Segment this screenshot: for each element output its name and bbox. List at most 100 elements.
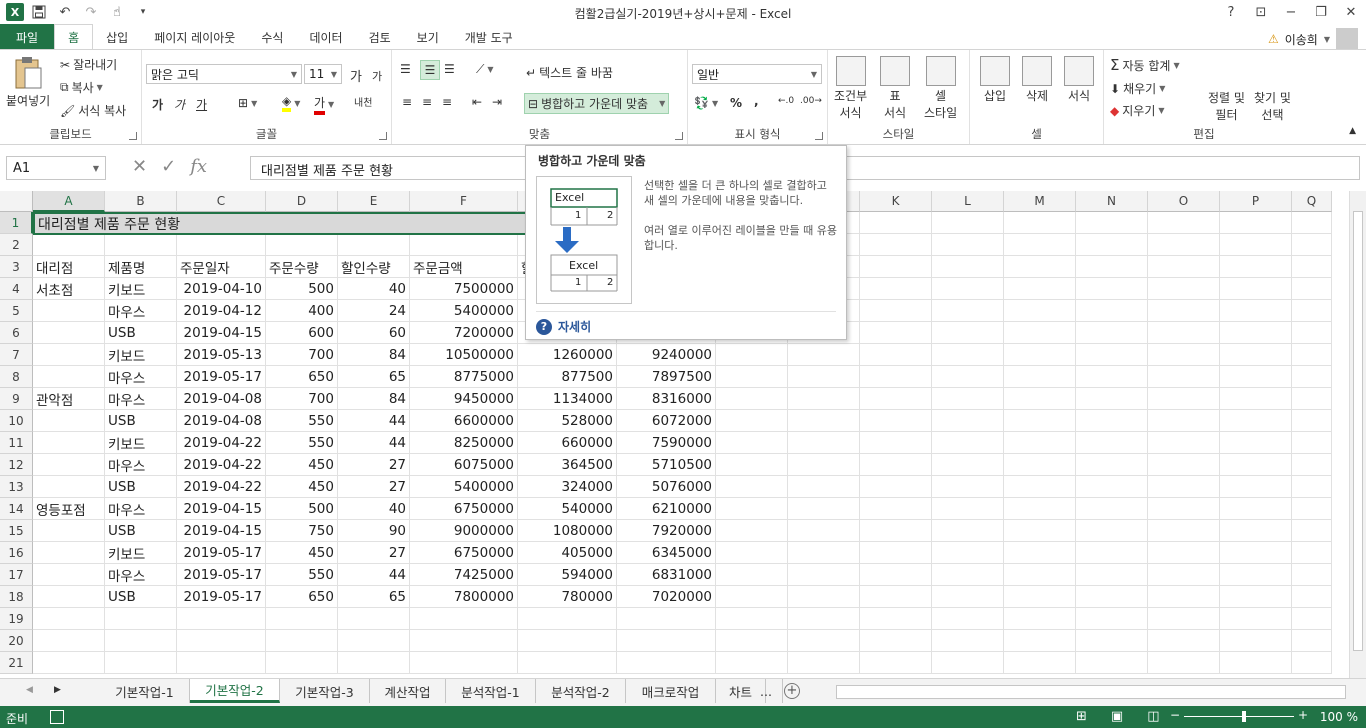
cell[interactable]: 2019-04-08 (177, 410, 266, 432)
cell[interactable]: 마우스 (105, 454, 177, 476)
cell[interactable] (1004, 476, 1076, 498)
cell[interactable] (860, 454, 932, 476)
cell[interactable] (1148, 454, 1220, 476)
cell[interactable]: 8316000 (617, 388, 716, 410)
cell[interactable] (33, 542, 105, 564)
cell[interactable] (1292, 366, 1332, 388)
row-header-17[interactable]: 17 (0, 564, 33, 586)
cell[interactable] (1148, 388, 1220, 410)
cell[interactable] (1004, 300, 1076, 322)
cell[interactable] (788, 454, 860, 476)
cell[interactable] (860, 410, 932, 432)
cell[interactable] (1292, 410, 1332, 432)
cell[interactable]: 2019-04-10 (177, 278, 266, 300)
cell[interactable] (932, 300, 1004, 322)
cell[interactable]: 키보드 (105, 278, 177, 300)
cell[interactable] (932, 498, 1004, 520)
row-header-14[interactable]: 14 (0, 498, 33, 520)
cell[interactable] (1220, 564, 1292, 586)
align-bottom-icon[interactable]: ☰ (444, 62, 455, 76)
column-header-D[interactable]: D (266, 191, 338, 212)
cell[interactable]: 주문금액 (410, 256, 518, 278)
cell[interactable] (860, 542, 932, 564)
cell[interactable]: USB (105, 520, 177, 542)
cell[interactable] (1004, 322, 1076, 344)
help-icon[interactable]: ? (1216, 0, 1246, 24)
cell[interactable] (33, 234, 105, 256)
cell[interactable] (1292, 278, 1332, 300)
cell[interactable] (860, 432, 932, 454)
cell[interactable] (518, 608, 617, 630)
cell[interactable] (1004, 234, 1076, 256)
row-header-8[interactable]: 8 (0, 366, 33, 388)
cell[interactable] (33, 608, 105, 630)
ribbon-display-icon[interactable]: ⊡ (1246, 0, 1276, 24)
row-header-21[interactable]: 21 (0, 652, 33, 674)
cell[interactable] (105, 608, 177, 630)
cell[interactable] (716, 542, 788, 564)
dialog-launcher-icon[interactable] (129, 132, 137, 140)
cell[interactable] (1004, 212, 1076, 234)
column-header-Q[interactable]: Q (1292, 191, 1332, 212)
cell[interactable]: 8775000 (410, 366, 518, 388)
cell[interactable]: 650 (266, 586, 338, 608)
cell[interactable] (1076, 256, 1148, 278)
cell[interactable] (1292, 564, 1332, 586)
row-header-9[interactable]: 9 (0, 388, 33, 410)
cell[interactable] (860, 564, 932, 586)
cell[interactable]: 7590000 (617, 432, 716, 454)
cell[interactable]: 2019-04-15 (177, 520, 266, 542)
cell[interactable] (1148, 586, 1220, 608)
cell[interactable] (788, 520, 860, 542)
cell[interactable]: 700 (266, 344, 338, 366)
cell[interactable]: 7020000 (617, 586, 716, 608)
cell[interactable]: 2019-05-17 (177, 366, 266, 388)
cell[interactable] (33, 410, 105, 432)
cell[interactable] (716, 608, 788, 630)
cell[interactable] (716, 432, 788, 454)
cell[interactable]: 27 (338, 476, 410, 498)
cell[interactable] (932, 476, 1004, 498)
cell[interactable] (932, 410, 1004, 432)
next-sheet-icon[interactable]: ▶ (54, 685, 61, 695)
cell[interactable] (177, 234, 266, 256)
column-header-E[interactable]: E (338, 191, 410, 212)
bold-button[interactable]: 가 (152, 96, 163, 113)
increase-indent-icon[interactable]: ⇥ (492, 95, 502, 109)
sheet-tab[interactable]: 매크로작업 (626, 679, 716, 703)
cell[interactable] (788, 388, 860, 410)
cell[interactable] (1220, 388, 1292, 410)
cell[interactable] (1220, 344, 1292, 366)
page-break-view-icon[interactable]: ◫ (1147, 709, 1159, 724)
cell[interactable] (1004, 564, 1076, 586)
cell[interactable] (860, 608, 932, 630)
cell[interactable] (1004, 520, 1076, 542)
orientation-icon[interactable]: ⟋ ▼ (476, 62, 494, 77)
cell[interactable] (410, 608, 518, 630)
cell[interactable] (788, 366, 860, 388)
row-header-2[interactable]: 2 (0, 234, 33, 256)
cell[interactable]: 1260000 (518, 344, 617, 366)
cell[interactable]: 500 (266, 278, 338, 300)
cell[interactable] (860, 520, 932, 542)
cell[interactable] (177, 652, 266, 674)
cell[interactable]: 60 (338, 322, 410, 344)
cell[interactable] (1220, 498, 1292, 520)
cell[interactable] (1076, 564, 1148, 586)
cell[interactable]: 6345000 (617, 542, 716, 564)
cell[interactable] (932, 542, 1004, 564)
cell[interactable]: 2019-05-17 (177, 564, 266, 586)
cell[interactable] (788, 652, 860, 674)
row-header-15[interactable]: 15 (0, 520, 33, 542)
comma-button[interactable]: , (754, 94, 759, 108)
cell[interactable]: 550 (266, 410, 338, 432)
cell[interactable] (1076, 432, 1148, 454)
cell[interactable]: 364500 (518, 454, 617, 476)
cell[interactable] (860, 256, 932, 278)
cell[interactable]: 528000 (518, 410, 617, 432)
cell[interactable] (932, 366, 1004, 388)
cell[interactable] (1148, 498, 1220, 520)
cell[interactable] (33, 366, 105, 388)
cell[interactable] (1220, 256, 1292, 278)
cell[interactable] (716, 520, 788, 542)
